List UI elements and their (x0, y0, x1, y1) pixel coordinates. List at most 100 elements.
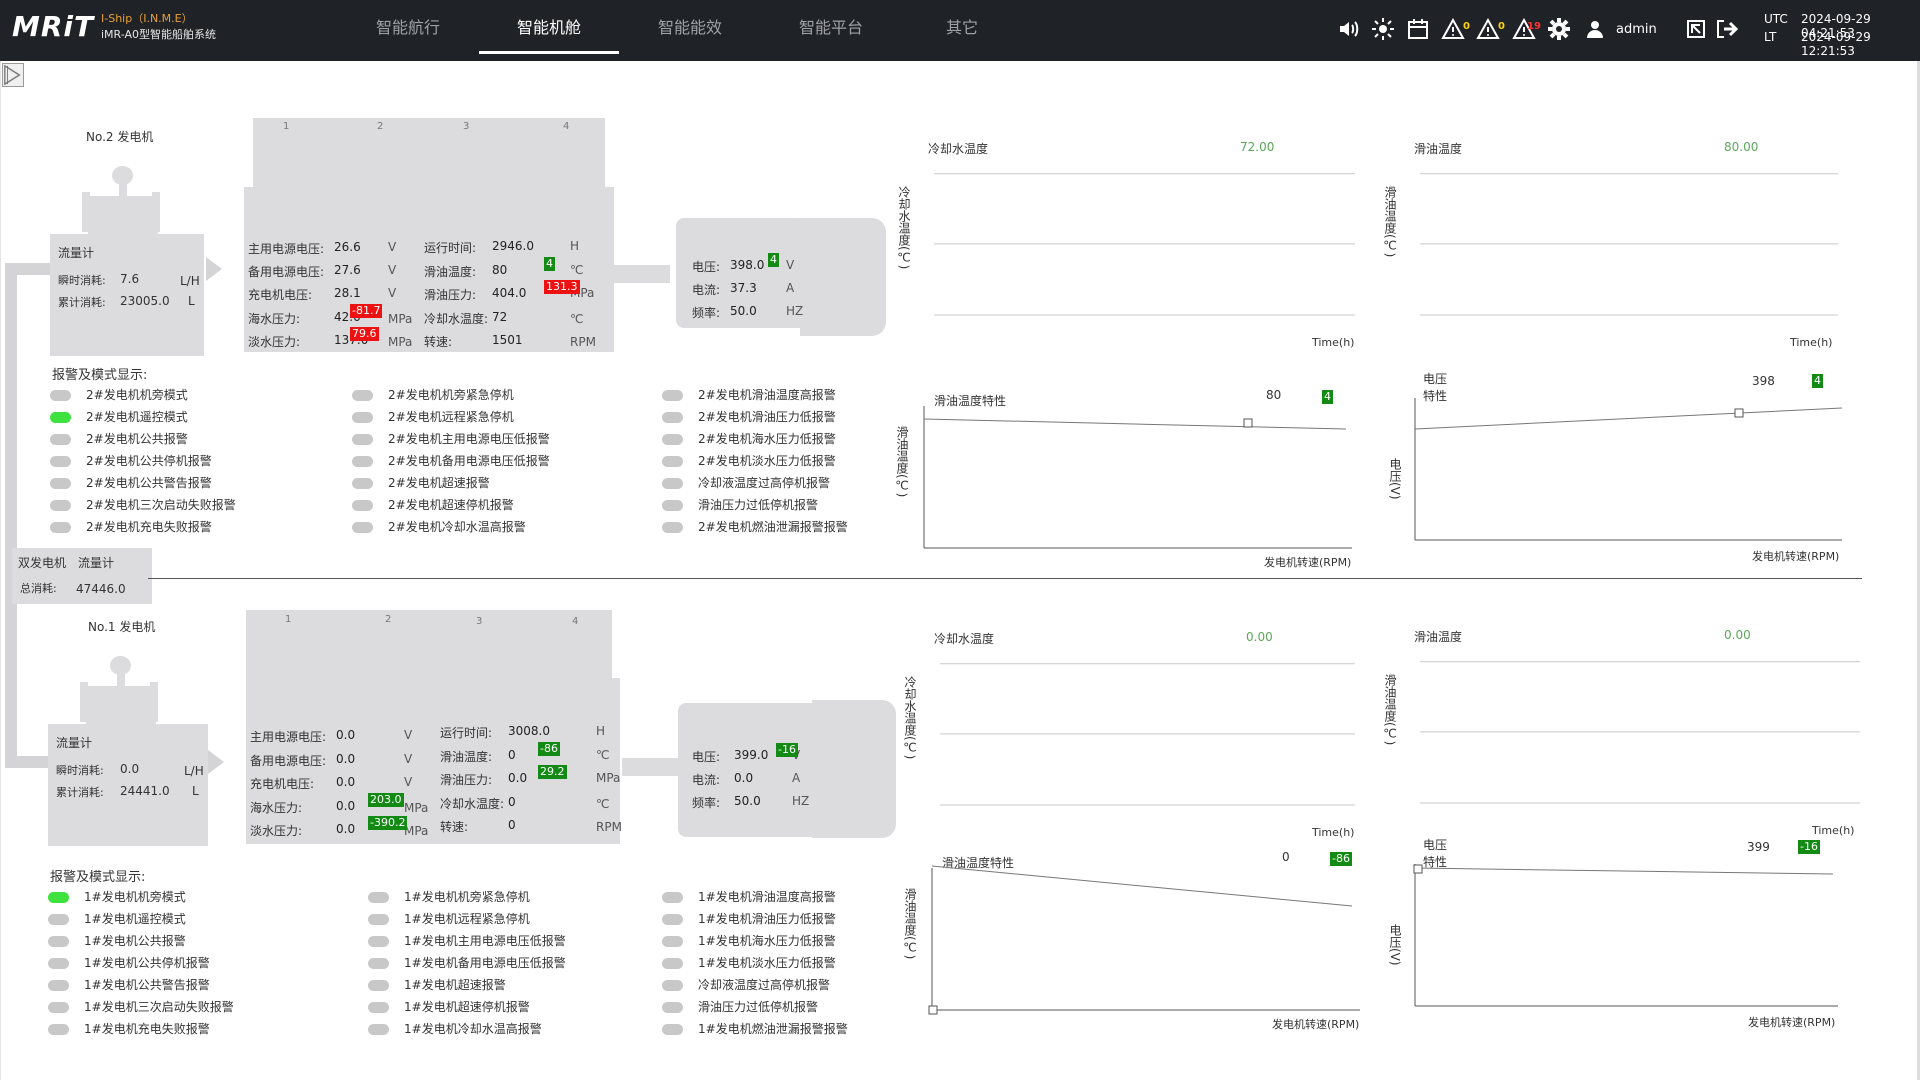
generator-1-title: No.1 发电机 (88, 620, 156, 634)
alarm-label: 1#发电机遥控模式 (84, 912, 186, 926)
param-label: 备用电源电压: (250, 754, 327, 768)
flowmeter-title: 流量计 (58, 246, 95, 260)
alarm-label: 2#发电机超速停机报警 (388, 498, 514, 512)
status-indicator-icon (368, 958, 389, 969)
chart-y-label: 冷却水温度(℃) (903, 676, 917, 760)
engine-head (253, 118, 605, 187)
param-value: 3008.0 (508, 724, 550, 738)
chart-x-label: Time(h) (1312, 336, 1355, 349)
characteristic-chart (1413, 864, 1838, 1007)
status-badge: 79.6 (350, 327, 379, 341)
status-indicator-icon (48, 958, 69, 969)
flow-arrow (206, 257, 222, 281)
status-indicator-icon (352, 390, 373, 401)
param-label: 频率: (692, 306, 721, 320)
param-value: 80 (492, 263, 508, 277)
generator-2-title: No.2 发电机 (86, 130, 154, 144)
section-divider (148, 578, 1862, 579)
status-indicator-icon (50, 434, 71, 445)
alarm-item: 滑油压力过低停机报警 (662, 496, 922, 514)
alarm-label: 2#发电机淡水压力低报警 (698, 454, 836, 468)
trend-chart (934, 173, 1355, 316)
alarm-label: 2#发电机超速报警 (388, 476, 490, 490)
param-unit: V (388, 286, 397, 300)
chart-y-label: 电压(V) (1388, 924, 1402, 966)
status-indicator-icon (352, 412, 373, 423)
param-value: 0 (508, 795, 516, 809)
flow-arrow (208, 750, 224, 774)
param-value: 404.0 (492, 286, 527, 300)
param-unit: V (792, 748, 801, 762)
operating-point (1413, 864, 1423, 874)
alarm-label: 1#发电机备用电源电压低报警 (404, 956, 566, 970)
status-indicator-icon (662, 1002, 683, 1013)
alarm-label: 1#发电机三次启动失败报警 (84, 1000, 234, 1014)
status-indicator-icon (368, 1002, 389, 1013)
param-label: 淡水压力: (250, 824, 303, 838)
status-badge: 203.0 (368, 793, 404, 807)
chart-x-label: 发电机转速(RPM) (1272, 1018, 1360, 1031)
param-value: 37.3 (730, 281, 757, 295)
status-indicator-icon (662, 936, 683, 947)
param-label: 滑油压力: (440, 773, 493, 787)
total-label: 累计消耗: (58, 296, 106, 309)
alarm-label: 1#发电机淡水压力低报警 (698, 956, 836, 970)
rate-label: 瞬时消耗: (56, 764, 104, 777)
status-indicator-icon (662, 1024, 683, 1035)
param-unit: H (596, 724, 606, 738)
param-label: 海水压力: (250, 801, 303, 815)
alarm-item: 1#发电机超速报警 (368, 976, 628, 994)
alarm-label: 2#发电机滑油压力低报警 (698, 410, 836, 424)
param-value: 0.0 (336, 775, 356, 789)
total-value: 23005.0 (120, 294, 170, 308)
status-badge: 29.2 (538, 765, 567, 779)
operating-point (1243, 418, 1253, 428)
status-indicator-icon (662, 456, 683, 467)
alarm-item: 1#发电机远程紧急停机 (368, 910, 628, 928)
param-value: 50.0 (734, 794, 761, 808)
alarm-label: 冷却液温度过高停机报警 (698, 978, 831, 992)
param-label: 备用电源电压: (248, 265, 325, 279)
alarm-item: 2#发电机充电失败报警 (50, 518, 310, 536)
status-badge: -390.2 (368, 816, 408, 830)
alarm-label: 2#发电机充电失败报警 (86, 520, 212, 534)
rate-value: 0.0 (120, 762, 140, 776)
param-unit: H (570, 239, 580, 253)
chart-title: 电压 (1423, 838, 1448, 852)
param-label: 频率: (692, 796, 721, 810)
param-value: 1501 (492, 333, 523, 347)
alarm-item: 2#发电机滑油温度高报警 (662, 386, 922, 404)
combined-total-label: 总消耗: (20, 582, 57, 595)
alarm-title: 报警及模式显示: (52, 368, 148, 383)
alarm-item: 1#发电机超速停机报警 (368, 998, 628, 1016)
alarm-label: 1#发电机超速停机报警 (404, 1000, 530, 1014)
status-indicator-icon (50, 412, 71, 423)
alarm-label: 1#发电机滑油温度高报警 (698, 890, 836, 904)
flowmeter-panel: 流量计 瞬时消耗: 7.6 L/H 累计消耗: 23005.0 L (50, 234, 204, 356)
alarm-item: 1#发电机三次启动失败报警 (48, 998, 308, 1016)
chart-current-value: 0 (1282, 850, 1290, 864)
status-indicator-icon (352, 522, 373, 533)
alarm-item: 1#发电机公共警告报警 (48, 976, 308, 994)
chart-x-label: Time(h) (1790, 336, 1833, 349)
alarm-label: 2#发电机主用电源电压低报警 (388, 432, 550, 446)
alarm-label: 1#发电机滑油压力低报警 (698, 912, 836, 926)
status-indicator-icon (662, 500, 683, 511)
param-label: 电流: (692, 283, 721, 297)
status-indicator-icon (352, 434, 373, 445)
param-value: 0.0 (336, 728, 356, 742)
param-label: 电流: (692, 773, 721, 787)
param-unit: RPM (596, 820, 622, 834)
param-unit: V (404, 728, 413, 742)
cylinder-label: 4 (572, 616, 579, 627)
total-unit: L (188, 294, 195, 308)
status-badge: -81.7 (350, 304, 383, 318)
chart-y-label: 电压(V) (1388, 458, 1402, 500)
alarm-item: 1#发电机备用电源电压低报警 (368, 954, 628, 972)
alarm-item: 滑油压力过低停机报警 (662, 998, 922, 1016)
alarm-label: 2#发电机公共停机报警 (86, 454, 212, 468)
fuel-pipe-gen1 (5, 756, 50, 768)
status-indicator-icon (48, 914, 69, 925)
alarm-label: 2#发电机遥控模式 (86, 410, 188, 424)
alarm-label: 2#发电机三次启动失败报警 (86, 498, 236, 512)
